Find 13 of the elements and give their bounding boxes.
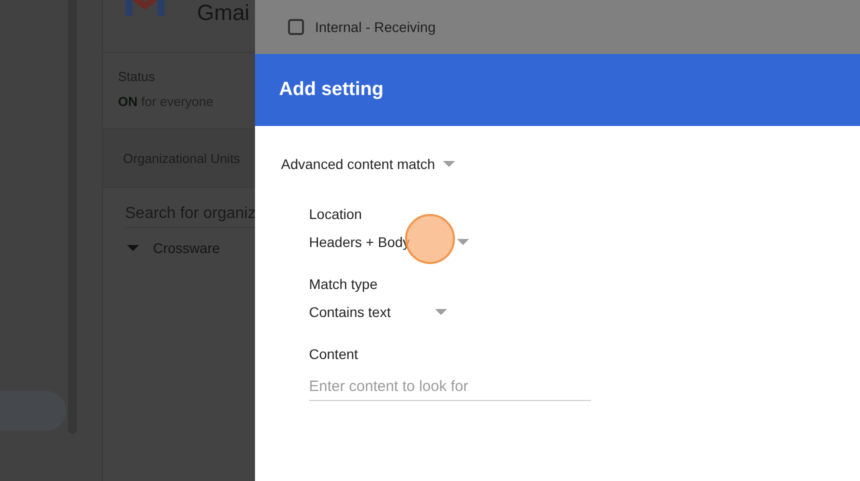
caret-icon [435,309,447,315]
mail-logo-icon [125,0,165,18]
caret-icon [457,239,469,245]
dialog-title: Add setting [279,79,384,101]
field-label: Match type [309,276,378,292]
caret-icon[interactable] [127,245,139,251]
setting-type-dropdown[interactable]: Advanced content match [281,156,456,172]
caret-icon [443,161,456,167]
dropdown[interactable]: Contains text [309,304,447,320]
field-label: Content [309,346,358,362]
checkbox[interactable] [288,19,304,35]
field-label: Location [309,206,362,222]
checkbox-label: Internal - Receiving [315,19,436,35]
